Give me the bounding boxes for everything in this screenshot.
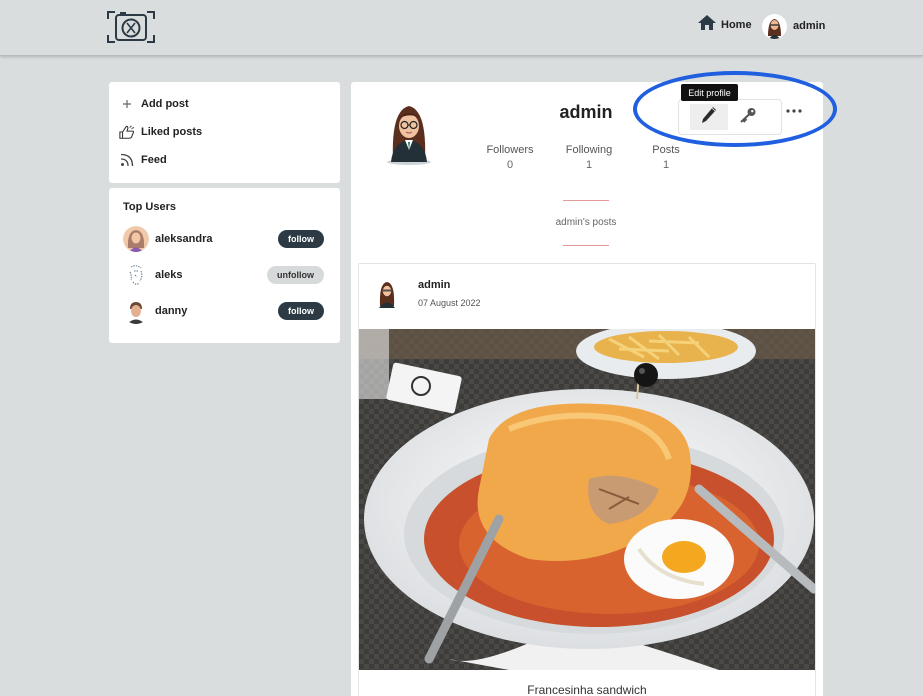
profile-avatar [383,102,435,166]
top-users-title: Top Users [123,201,176,213]
list-item: aleks unfollow [123,262,327,290]
post-card: admin 07 August 2022 Francesinha sandwic… [358,263,816,696]
stat-label: Posts [652,144,680,156]
camera-logo-icon[interactable] [106,9,156,45]
avatar [762,13,787,39]
follow-button[interactable]: follow [278,230,324,248]
avatar[interactable] [123,226,149,252]
sidebar-item-liked-posts[interactable]: Liked posts [119,124,202,140]
nav-home-label: Home [721,19,752,31]
avatar[interactable] [376,280,398,308]
sidebar-item-label: Feed [141,154,167,166]
edit-profile-tooltip: Edit profile [681,84,738,101]
top-users-panel: Top Users aleksandra follow aleks unfoll… [109,188,340,343]
sidebar-item-label: Liked posts [141,126,203,138]
list-item: aleksandra follow [123,226,327,254]
avatar[interactable] [123,262,149,288]
navbar: Home admin [0,0,923,56]
stat-value: 1 [662,159,670,171]
post-date: 07 August 2022 [418,298,481,308]
post-author[interactable]: admin [418,279,450,291]
divider [563,245,609,246]
stat-label: Followers [486,144,534,156]
post-image[interactable] [359,329,815,670]
post-caption: Francesinha sandwich [527,683,647,696]
profile-username: admin [559,102,613,122]
pencil-icon [701,106,717,129]
rss-icon [119,152,135,168]
list-item: danny follow [123,298,327,326]
stat-posts[interactable]: Posts 1 [631,144,701,171]
more-horizontal-icon[interactable] [785,104,803,118]
nav-home-link[interactable]: Home [697,15,752,35]
follow-button[interactable]: follow [278,302,324,320]
nav-user-menu[interactable]: admin [762,13,825,39]
user-name[interactable]: aleks [155,269,183,281]
divider [563,200,609,201]
plus-icon [119,96,135,112]
tab-user-posts[interactable]: admin's posts [516,217,656,228]
nav-user-label: admin [793,20,826,32]
thumbs-up-icon [119,124,135,140]
stat-followers[interactable]: Followers 0 [475,144,545,171]
profile-tools [678,99,782,135]
user-name[interactable]: aleksandra [155,233,212,245]
stat-value: 0 [506,159,514,171]
sidebar-item-label: Add post [141,98,189,110]
user-name[interactable]: danny [155,305,187,317]
profile-panel: admin Followers 0 Following 1 Posts 1 Ed… [351,82,823,696]
avatar[interactable] [123,298,149,324]
stat-value: 1 [585,159,593,171]
sidebar-menu: Add post Liked posts Feed [109,82,340,183]
stat-label: Following [565,144,613,156]
stat-following[interactable]: Following 1 [554,144,624,171]
unfollow-button[interactable]: unfollow [267,266,324,284]
edit-profile-button[interactable] [690,104,728,130]
home-icon [697,14,717,36]
change-password-button[interactable] [729,104,767,130]
sidebar-item-feed[interactable]: Feed [119,152,167,168]
key-icon [739,107,757,128]
sidebar-item-add-post[interactable]: Add post [119,96,189,112]
